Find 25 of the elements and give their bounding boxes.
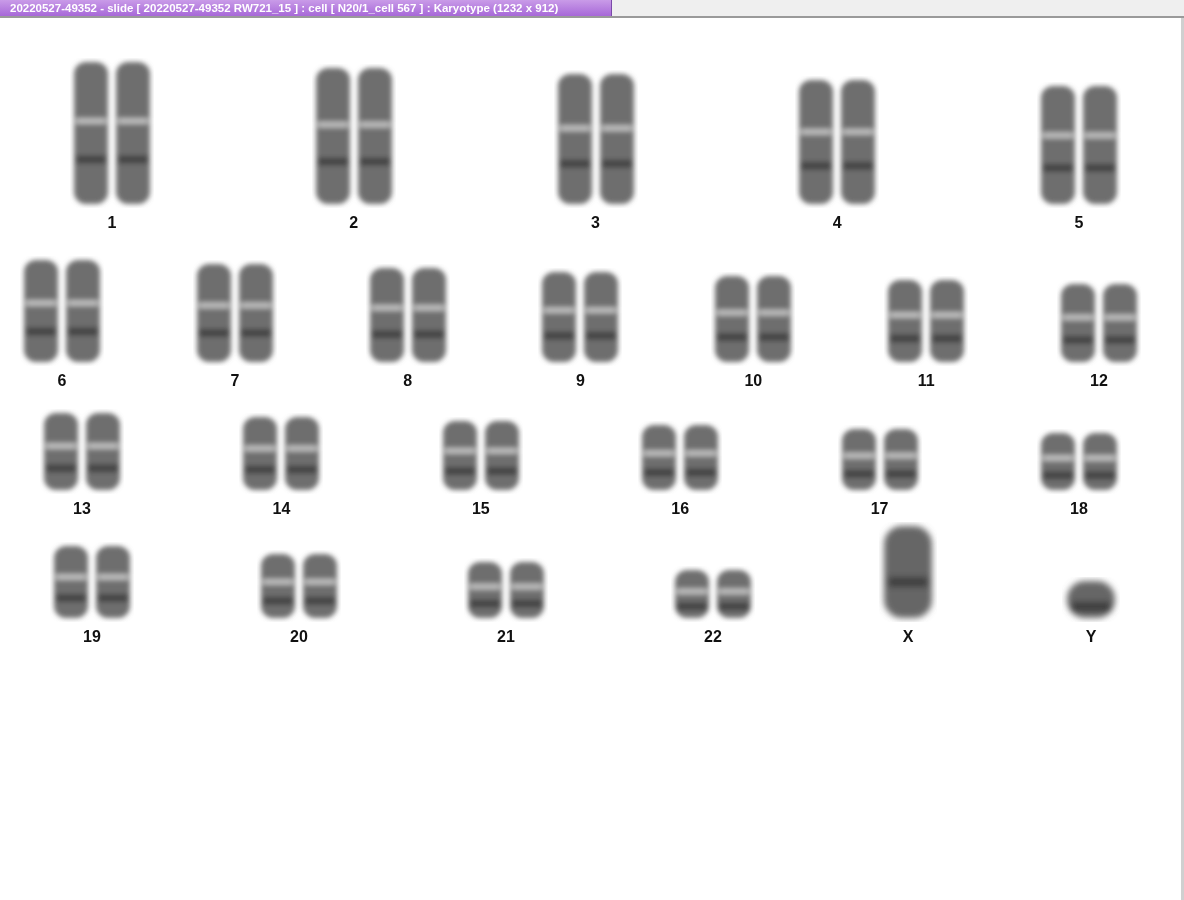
chromosome-number: 2	[349, 214, 359, 232]
chromosome-number: 22	[704, 628, 722, 646]
chromosome-number: 8	[403, 372, 413, 390]
chromosome-number: 9	[576, 372, 585, 390]
chromosome-number: 19	[83, 628, 101, 646]
chromosome-number: 10	[744, 372, 763, 390]
chromosome-number: 13	[73, 500, 91, 518]
chromosome-number: 18	[1070, 500, 1088, 518]
chromosome-number: 7	[230, 372, 240, 390]
chromosome-number: 14	[272, 500, 291, 518]
chromosome-number: Y	[1085, 628, 1097, 646]
chromosome-number: 5	[1074, 214, 1084, 232]
chromosome-number: 1	[107, 214, 117, 232]
window-title: 20220527-49352 - slide [ 20220527-49352 RW721_15 ] : cell [ N20/1_cell 567 ] : Karyotype (1232 x 912)	[0, 0, 612, 16]
chromosome-number: 21	[497, 628, 515, 646]
chromosome-number: 20	[290, 628, 308, 646]
chromosome-number: 3	[591, 214, 600, 232]
chromosome-number: 16	[671, 500, 690, 518]
chromosome-number: 12	[1090, 372, 1108, 390]
chromosome-number: 17	[870, 500, 889, 518]
chromosome-number: 6	[57, 372, 67, 390]
chromosome-number: 11	[917, 372, 935, 390]
chromosome-number: 15	[471, 500, 490, 518]
chromosome-number: 4	[832, 214, 842, 232]
chromosome-number: X	[902, 628, 914, 646]
